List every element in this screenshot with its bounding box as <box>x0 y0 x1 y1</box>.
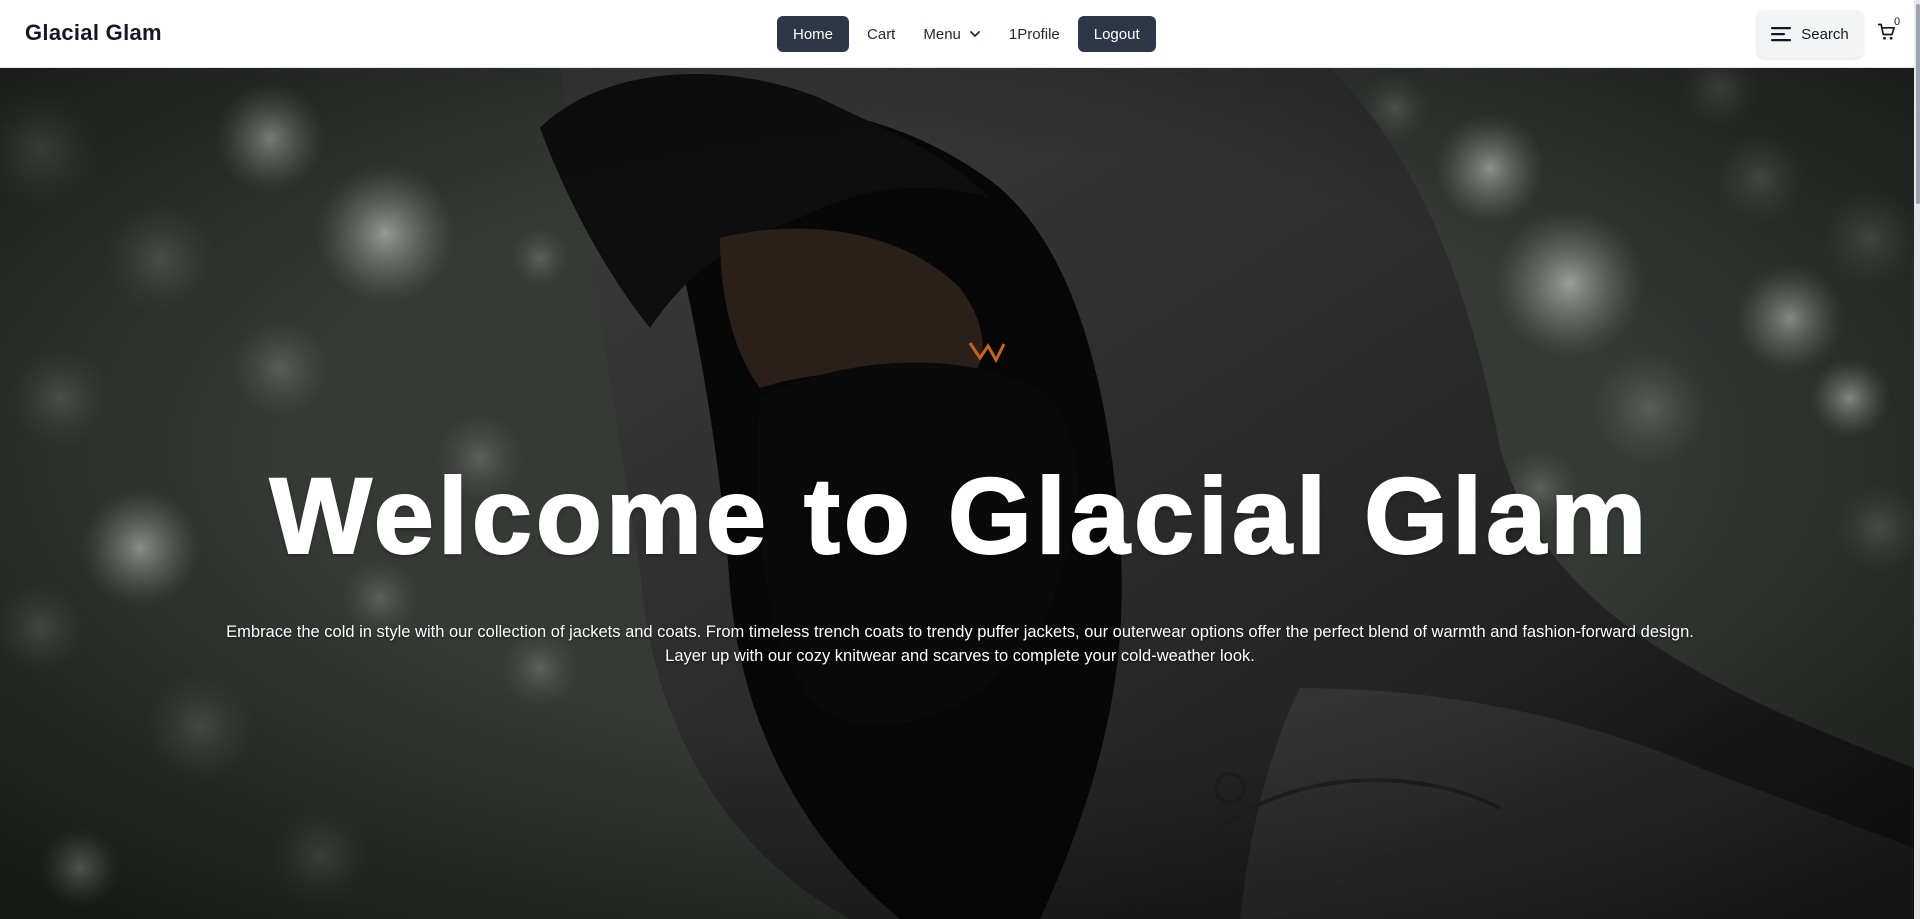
chevron-down-icon <box>969 31 980 37</box>
cart-count-badge: 0 <box>1894 16 1901 28</box>
search-label: Search <box>1801 25 1849 43</box>
nav-menu-label: Menu <box>923 25 961 43</box>
hero-title: Welcome to Glacial Glam <box>269 454 1651 577</box>
scrollbar-thumb[interactable] <box>1916 4 1920 204</box>
menu-lines-icon <box>1771 27 1792 42</box>
main-nav: Home Cart Menu 1Profile Logout <box>777 16 1156 52</box>
hero-section: Welcome to Glacial Glam Embrace the cold… <box>0 68 1914 919</box>
hero-description: Embrace the cold in style with our colle… <box>226 623 1694 665</box>
navbar: Glacial Glam Home Cart Menu 1Profile Log… <box>0 0 1920 68</box>
nav-home-link[interactable]: Home <box>777 16 850 52</box>
brand-logo[interactable]: Glacial Glam <box>25 20 162 46</box>
nav-menu-dropdown[interactable]: Menu <box>913 16 991 52</box>
search-button[interactable]: Search <box>1757 10 1863 58</box>
page-scrollbar[interactable] <box>1914 0 1920 919</box>
nav-cart-link[interactable]: Cart <box>857 16 905 52</box>
logout-button[interactable]: Logout <box>1077 16 1156 52</box>
nav-profile-link[interactable]: 1Profile <box>999 16 1070 52</box>
